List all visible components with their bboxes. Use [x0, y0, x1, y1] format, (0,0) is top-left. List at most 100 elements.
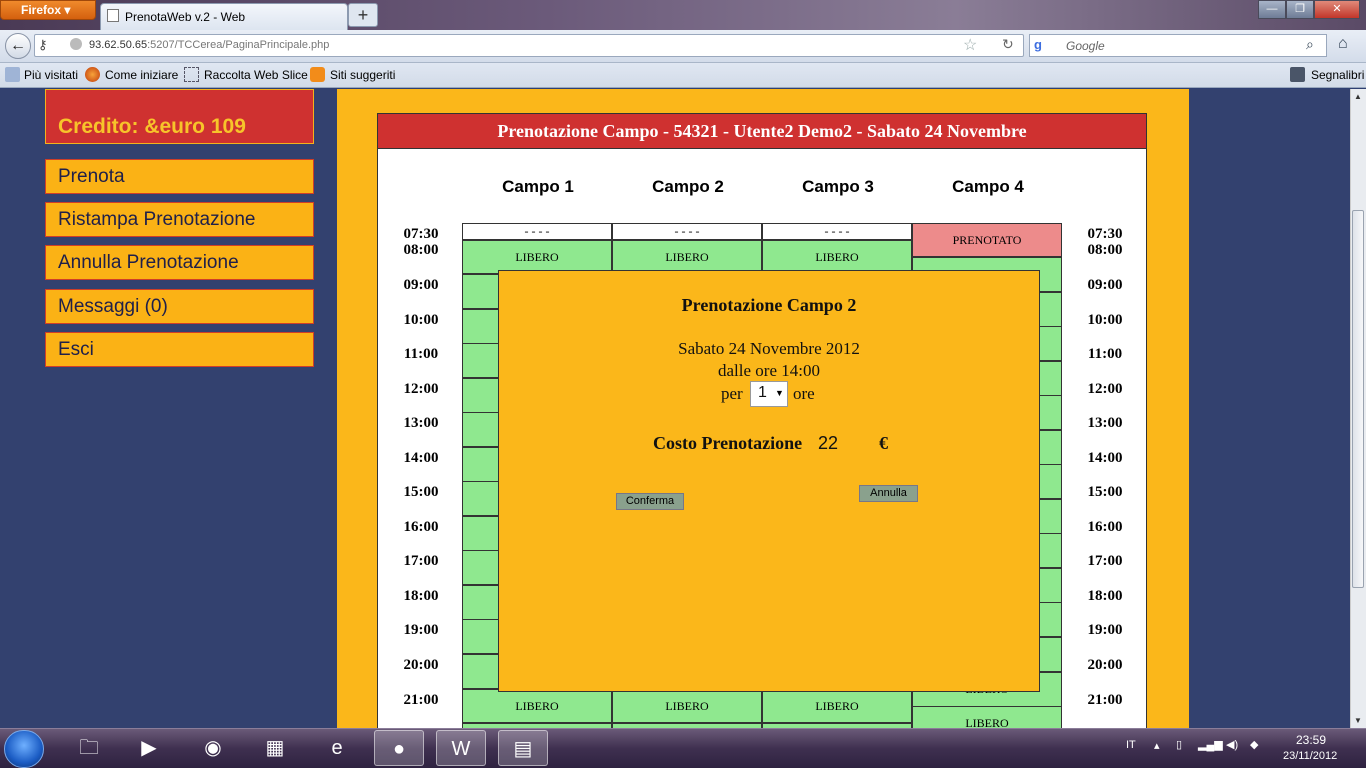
bookmark-siti-suggeriti[interactable]: Siti suggeriti — [330, 68, 395, 82]
document-app-icon[interactable]: ▤ — [498, 730, 548, 766]
back-button[interactable]: ← — [5, 33, 31, 59]
slot-unavailable[interactable]: - - - - — [612, 223, 762, 240]
credit-box: Credito: &euro 109 — [45, 89, 314, 144]
slot-unavailable[interactable]: - - - - — [762, 223, 912, 240]
dialog-ore-label: ore — [793, 384, 815, 403]
site-identity-icon[interactable] — [70, 38, 82, 50]
system-tray: IT ▴ ▯ ▂▄▆ ◀) ◆ 23:59 23/11/2012 — [1120, 730, 1366, 768]
scroll-up-icon[interactable]: ▲ — [1354, 92, 1362, 101]
scrollbar-thumb[interactable] — [1352, 210, 1364, 588]
time-label: 18:00 — [1087, 588, 1123, 604]
booking-dialog: Prenotazione Campo 2 Sabato 24 Novembre … — [498, 270, 1040, 692]
close-window-button[interactable]: ✕ — [1314, 0, 1360, 19]
menu-ristampa-prenotazione[interactable]: Ristampa Prenotazione — [45, 202, 314, 237]
control-panel-icon[interactable]: ▦ — [250, 730, 300, 766]
firefox-menu-button[interactable]: Firefox ▾ — [0, 0, 96, 20]
bookmarks-toolbar: Più visitati Come iniziare Raccolta Web … — [0, 63, 1366, 88]
time-label: 13:00 — [403, 415, 439, 431]
bookmark-piu-visitati[interactable]: Più visitati — [24, 68, 78, 82]
scroll-down-icon[interactable]: ▼ — [1354, 716, 1362, 725]
web-slice-icon — [184, 67, 199, 82]
firefox-taskbar-icon[interactable]: ● — [374, 730, 424, 766]
time-label: 14:00 — [403, 450, 439, 466]
time-label: 14:00 — [1087, 450, 1123, 466]
clock-date[interactable]: 23/11/2012 — [1283, 750, 1337, 762]
time-label: 20:00 — [1087, 657, 1123, 673]
firefox-menu-label: Firefox — [21, 3, 62, 17]
time-label: 08:00 — [403, 242, 439, 258]
slot-free[interactable]: LIBERO — [462, 240, 612, 274]
search-input[interactable]: Google — [1029, 34, 1327, 57]
home-icon[interactable]: ⌂ — [1338, 35, 1348, 53]
search-icon[interactable]: ⌕ — [1306, 36, 1314, 53]
new-tab-button[interactable]: + — [348, 3, 378, 27]
suggested-sites-icon — [310, 67, 325, 82]
time-label: 11:00 — [403, 346, 439, 362]
time-label: 13:00 — [1087, 415, 1123, 431]
time-label: 19:00 — [1087, 622, 1123, 638]
hp-icon[interactable]: ◉ — [188, 730, 238, 766]
dropbox-icon[interactable]: ◆ — [1250, 738, 1258, 751]
language-indicator[interactable]: IT — [1126, 739, 1136, 751]
time-label: 10:00 — [1087, 312, 1123, 328]
bookmark-star-icon[interactable]: ☆ — [963, 35, 977, 55]
url-bar[interactable]: 93.62.50.65:5207/TCCerea/PaginaPrincipal… — [34, 34, 1024, 57]
url-path: :5207/TCCerea/PaginaPrincipale.php — [147, 39, 330, 51]
search-placeholder: Google — [1066, 39, 1105, 53]
time-label: 09:00 — [1087, 277, 1123, 293]
court-header: Campo 2 — [652, 177, 724, 196]
time-label: 09:00 — [403, 277, 439, 293]
slot-free[interactable]: LIBERO — [462, 689, 612, 723]
maximize-button[interactable]: ❐ — [1286, 0, 1314, 19]
clock-time[interactable]: 23:59 — [1296, 733, 1326, 747]
dialog-per-label: per — [721, 384, 743, 403]
slot-free[interactable]: LIBERO — [762, 240, 912, 274]
firefox-icon — [85, 67, 100, 82]
bookmark-come-iniziare[interactable]: Come iniziare — [105, 68, 178, 82]
word-icon[interactable]: W — [436, 730, 486, 766]
reload-icon[interactable]: ↻ — [1002, 36, 1014, 53]
menu-prenota[interactable]: Prenota — [45, 159, 314, 194]
key-icon[interactable]: ⚷ — [38, 37, 48, 53]
minimize-button[interactable]: — — [1258, 0, 1286, 19]
slot-free[interactable]: LIBERO — [612, 240, 762, 274]
slot-booked[interactable]: PRENOTATO — [912, 223, 1062, 257]
menu-esci[interactable]: Esci — [45, 332, 314, 367]
time-label: 15:00 — [1087, 484, 1123, 500]
menu-annulla-prenotazione[interactable]: Annulla Prenotazione — [45, 245, 314, 280]
bookmark-web-slice[interactable]: Raccolta Web Slice — [204, 68, 308, 82]
explorer-icon[interactable]: 🗀 — [64, 730, 114, 766]
media-player-icon[interactable]: ▶ — [124, 730, 174, 766]
browser-tab[interactable]: PrenotaWeb v.2 - Web — [100, 3, 348, 30]
court-header: Campo 4 — [952, 177, 1024, 196]
volume-icon[interactable]: ◀) — [1226, 738, 1238, 751]
google-icon[interactable]: g — [1034, 37, 1050, 53]
court-header: Campo 3 — [802, 177, 874, 196]
cancel-button[interactable]: Annulla — [859, 485, 918, 502]
slot-free[interactable]: LIBERO — [612, 689, 762, 723]
cost-value: 22 — [818, 433, 839, 453]
confirm-button[interactable]: Conferma — [616, 493, 684, 510]
time-label: 07:30 — [403, 226, 439, 242]
time-label: 12:00 — [1087, 381, 1123, 397]
chevron-down-icon[interactable]: ▼ — [775, 388, 784, 398]
time-label: 17:00 — [1087, 553, 1123, 569]
time-label: 10:00 — [403, 312, 439, 328]
dialog-date: Sabato 24 Novembre 2012 — [678, 339, 860, 358]
start-button[interactable] — [4, 730, 44, 768]
time-label: 18:00 — [403, 588, 439, 604]
time-label: 15:00 — [403, 484, 439, 500]
tray-device-icon[interactable]: ▯ — [1176, 738, 1182, 751]
internet-explorer-icon[interactable]: e — [312, 730, 362, 766]
menu-messaggi[interactable]: Messaggi (0) — [45, 289, 314, 324]
time-label: 08:00 — [1087, 242, 1123, 258]
bookmarks-menu[interactable]: Segnalibri — [1311, 68, 1364, 82]
network-icon[interactable]: ▂▄▆ — [1198, 738, 1223, 751]
schedule-header: Prenotazione Campo - 54321 - Utente2 Dem… — [377, 113, 1147, 149]
slot-unavailable[interactable]: - - - - — [462, 223, 612, 240]
time-label: 12:00 — [403, 381, 439, 397]
slot-free[interactable]: LIBERO — [762, 689, 912, 723]
time-label: 17:00 — [403, 553, 439, 569]
time-label: 21:00 — [1087, 692, 1123, 708]
show-hidden-icons-icon[interactable]: ▴ — [1154, 739, 1160, 752]
